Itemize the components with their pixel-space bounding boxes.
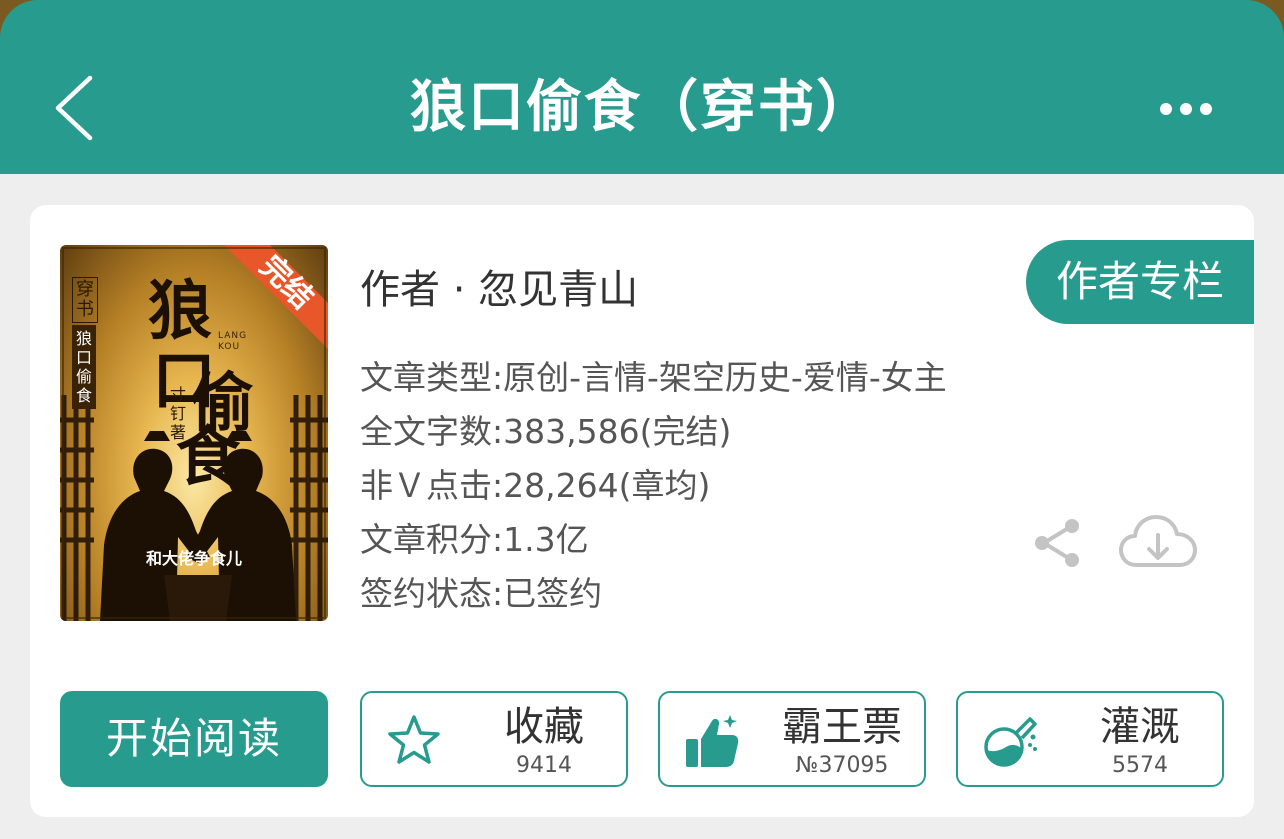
download-button[interactable]: [1118, 511, 1198, 575]
favorite-button[interactable]: 收藏 9414: [360, 691, 628, 787]
start-reading-button[interactable]: 开始阅读: [60, 691, 328, 787]
page-title: 狼口偷食（穿书）: [410, 75, 874, 140]
water-label: 灌溉: [1100, 704, 1180, 750]
author-column-button[interactable]: 作者专栏: [1026, 240, 1254, 324]
star-icon: [388, 715, 440, 764]
favorite-label: 收藏: [504, 704, 584, 750]
cover-side-title: 狼口偷食: [72, 325, 96, 409]
more-options-button[interactable]: [1156, 94, 1216, 124]
info-score: 文章积分:1.3亿: [360, 520, 589, 559]
info-clicks: 非Ｖ点击:28,264(章均): [360, 466, 711, 505]
book-stats: 文章类型:原创-言情-架空历史-爱情-女主 全文字数:383,586(完结) 非…: [360, 351, 947, 621]
water-button[interactable]: 灌溉 5574: [956, 691, 1224, 787]
favorite-count: 9414: [516, 753, 572, 778]
share-icon: [1035, 519, 1079, 567]
info-genre: 文章类型:原创-言情-架空历史-爱情-女主: [360, 358, 947, 397]
ticket-label: 霸王票: [782, 704, 902, 750]
info-word-count: 全文字数:383,586(完结): [360, 412, 732, 451]
thumbs-up-icon: [686, 715, 739, 767]
share-button[interactable]: [1030, 515, 1086, 571]
ticket-count: №37095: [795, 753, 889, 778]
info-contract: 签约状态:已签约: [360, 574, 603, 613]
top-navigation-bar: 狼口偷食（穿书）: [0, 0, 1284, 174]
water-count: 5574: [1112, 753, 1168, 778]
cover-title-char-1: 狼: [148, 275, 212, 349]
book-cover[interactable]: 完结 穿书 狼口偷食 狼 口 偷 食 LANG KOU 寸钉 著 和大佬争食儿: [60, 245, 328, 621]
cover-author-mark: 寸钉 著: [170, 385, 187, 442]
more-dots-icon: [1160, 103, 1212, 115]
ticket-button[interactable]: 霸王票 №37095: [658, 691, 926, 787]
cover-tagline: 和大佬争食儿: [145, 549, 242, 568]
cover-genre-tag: 穿书: [72, 277, 98, 323]
flask-icon: [984, 717, 1037, 767]
author-name[interactable]: 作者 · 忽见青山: [360, 257, 638, 315]
cover-pinyin: LANG KOU: [218, 331, 248, 352]
cloud-download-icon: [1119, 515, 1197, 567]
book-info-card: 完结 穿书 狼口偷食 狼 口 偷 食 LANG KOU 寸钉 著 和大佬争食儿 …: [30, 205, 1254, 817]
